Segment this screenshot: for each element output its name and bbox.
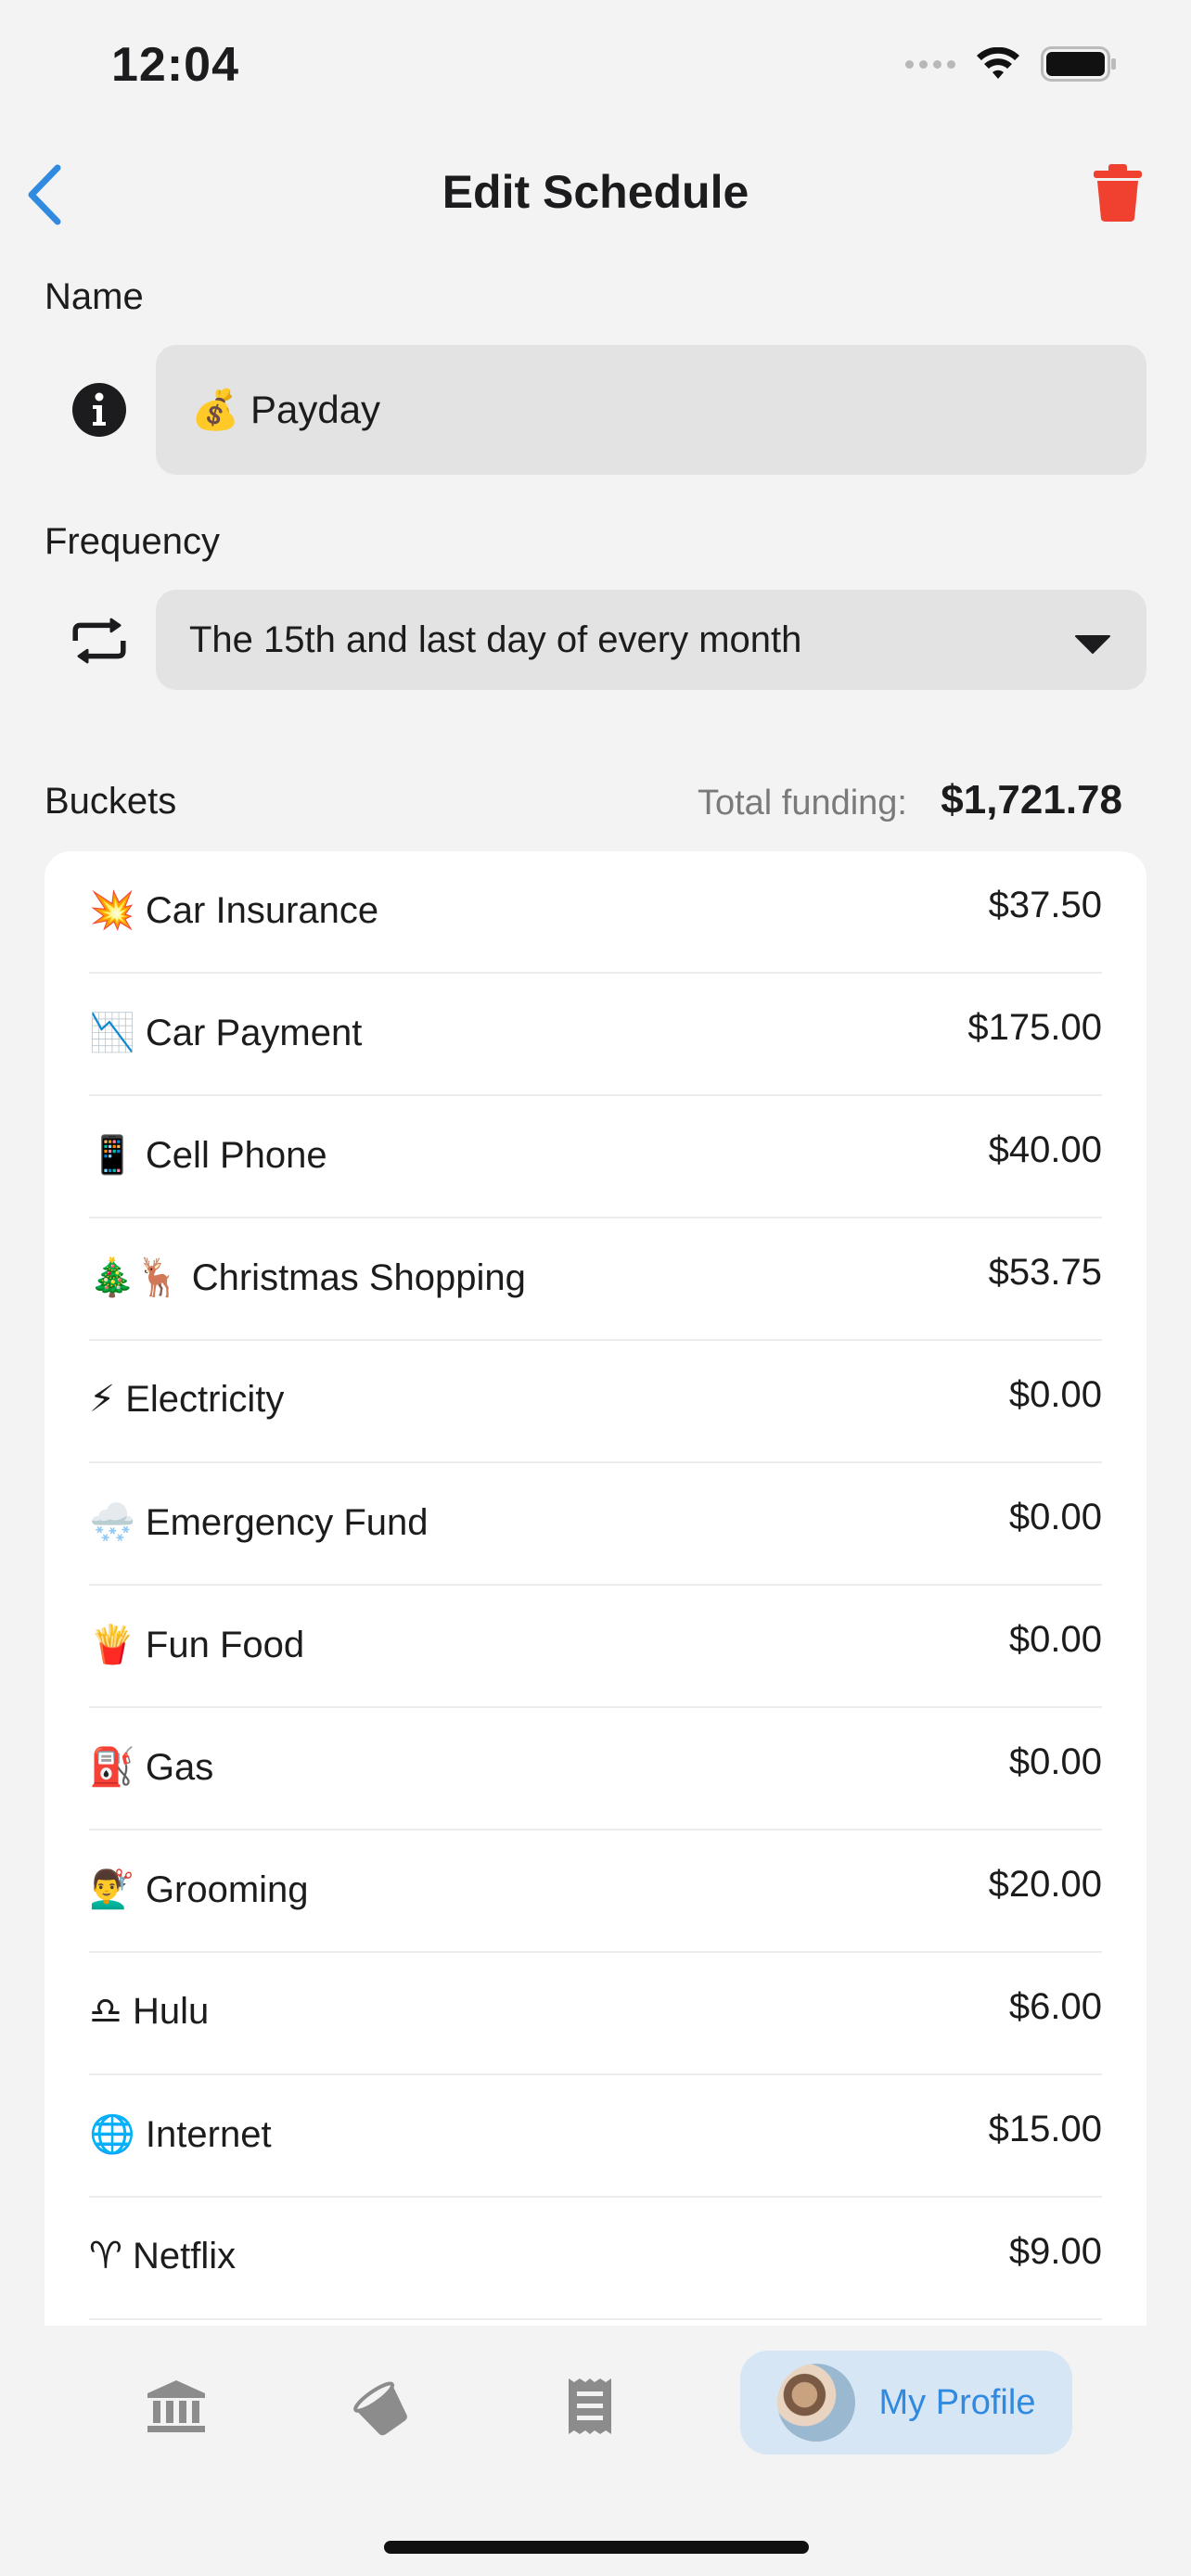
name-label: Name xyxy=(45,276,144,317)
avatar xyxy=(776,2364,855,2442)
bucket-name: 🍟 Fun Food xyxy=(89,1625,305,1665)
bucket-row[interactable]: ♎ Hulu $6.00 xyxy=(89,1953,1102,2075)
bucket-name: 💥 Car Insurance xyxy=(89,890,379,931)
bucket-amount: $9.00 xyxy=(1008,2231,1102,2272)
bucket-row[interactable]: ⛽ Gas $0.00 xyxy=(89,1708,1102,1830)
page-title: Edit Schedule xyxy=(442,166,749,218)
home-indicator[interactable] xyxy=(384,2541,809,2554)
bucket-name: ♈ Netflix xyxy=(89,2236,237,2276)
delete-button[interactable] xyxy=(1087,159,1148,226)
status-time: 12:04 xyxy=(111,38,239,92)
bucket-name: ⛽ Gas xyxy=(89,1747,214,1788)
bucket-name: 🌐 Internet xyxy=(89,2114,272,2155)
tab-accounts[interactable] xyxy=(130,2355,223,2457)
trash-icon xyxy=(1094,164,1142,222)
bucket-row[interactable]: 📉 Car Payment $175.00 xyxy=(89,974,1102,1096)
info-icon[interactable] xyxy=(67,377,132,442)
bucket-amount: $20.00 xyxy=(988,1864,1102,1905)
signal-icon xyxy=(905,59,955,69)
bucket-amount: $37.50 xyxy=(988,885,1102,925)
bucket-amount: $175.00 xyxy=(967,1007,1102,1048)
bucket-icon xyxy=(353,2381,407,2436)
frequency-value: The 15th and last day of every month xyxy=(189,618,802,660)
bucket-row[interactable]: 🌐 Internet $15.00 xyxy=(89,2075,1102,2198)
battery-icon xyxy=(1041,46,1116,82)
repeat-icon xyxy=(67,608,132,673)
bucket-name: ♎ Hulu xyxy=(89,1991,210,2032)
caret-down-icon xyxy=(1075,635,1110,654)
bucket-name: 🌨️ Emergency Fund xyxy=(89,1502,429,1543)
tab-transactions[interactable] xyxy=(544,2355,636,2457)
frequency-select[interactable]: The 15th and last day of every month xyxy=(156,590,1146,690)
bucket-list: 💥 Car Insurance $37.50 📉 Car Payment $17… xyxy=(45,851,1146,2326)
bucket-row[interactable]: 🌨️ Emergency Fund $0.00 xyxy=(89,1463,1102,1586)
receipt-icon xyxy=(569,2378,611,2434)
frequency-label: Frequency xyxy=(45,521,220,562)
bucket-name: 📉 Car Payment xyxy=(89,1013,363,1053)
bucket-name: 📱 Cell Phone xyxy=(89,1135,327,1176)
buckets-label: Buckets xyxy=(45,781,177,822)
bucket-row[interactable]: 📱 Cell Phone $40.00 xyxy=(89,1096,1102,1218)
bucket-row[interactable]: 🍟 Fun Food $0.00 xyxy=(89,1586,1102,1708)
bucket-amount: $0.00 xyxy=(1008,1619,1102,1660)
bucket-amount: $40.00 xyxy=(988,1129,1102,1170)
total-funding-value: $1,721.78 xyxy=(941,777,1122,823)
total-funding-label: Total funding: xyxy=(697,784,907,823)
bucket-name: 💇‍♂️ Grooming xyxy=(89,1869,309,1910)
bucket-row[interactable]: 💥 Car Insurance $37.50 xyxy=(89,851,1102,974)
bank-icon xyxy=(147,2380,205,2432)
bucket-name: ⚡ Electricity xyxy=(89,1379,285,1420)
status-bar: 12:04 xyxy=(0,0,1191,139)
bucket-row[interactable]: 🎄🦌 Christmas Shopping $53.75 xyxy=(89,1218,1102,1341)
bucket-amount: $0.00 xyxy=(1008,1374,1102,1415)
tab-buckets[interactable] xyxy=(334,2355,427,2457)
bucket-row[interactable]: 💇‍♂️ Grooming $20.00 xyxy=(89,1830,1102,1953)
wifi-icon xyxy=(977,47,1019,79)
bucket-amount: $15.00 xyxy=(988,2109,1102,2149)
bucket-amount: $0.00 xyxy=(1008,1741,1102,1782)
bucket-amount: $53.75 xyxy=(988,1252,1102,1293)
bucket-row[interactable]: ⚡ Electricity $0.00 xyxy=(89,1341,1102,1463)
name-input[interactable]: 💰 Payday xyxy=(156,345,1146,475)
bucket-amount: $0.00 xyxy=(1008,1497,1102,1537)
tab-my-profile[interactable]: My Profile xyxy=(740,2351,1072,2455)
bucket-amount: $6.00 xyxy=(1008,1986,1102,2027)
bucket-name: 🎄🦌 Christmas Shopping xyxy=(89,1257,526,1298)
tab-label: My Profile xyxy=(878,2382,1036,2422)
bucket-row[interactable]: ♈ Netflix $9.00 xyxy=(89,2198,1102,2320)
status-icons xyxy=(905,46,1117,82)
